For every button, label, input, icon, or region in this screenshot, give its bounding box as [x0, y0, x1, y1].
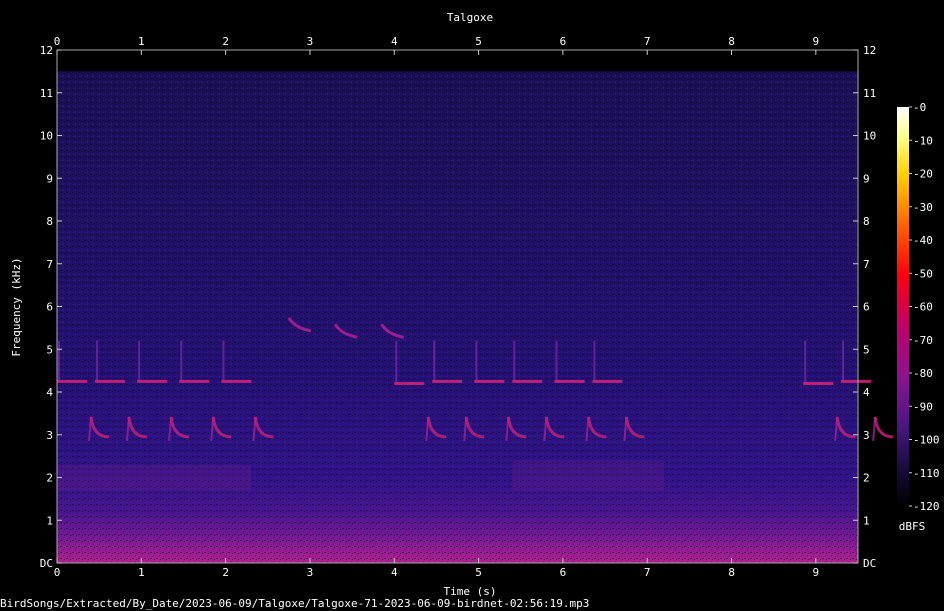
- x-tick-label-bottom: 4: [391, 566, 398, 579]
- y-tick-label-right: 12: [863, 44, 876, 57]
- x-tick-label-bottom: 6: [560, 566, 567, 579]
- x-tick-label-bottom: 5: [475, 566, 482, 579]
- colorbar-label: dBFS: [899, 520, 926, 533]
- y-tick-label-right: 10: [863, 130, 876, 143]
- x-tick-label-bottom: 8: [728, 566, 735, 579]
- file-path-caption: BirdSongs/Extracted/By_Date/2023-06-09/T…: [0, 597, 589, 610]
- x-tick-label-bottom: 9: [813, 566, 820, 579]
- x-tick-label-top: 5: [475, 35, 482, 48]
- x-tick-label-top: 2: [222, 35, 229, 48]
- y-tick-label-right: 6: [863, 301, 870, 314]
- x-tick-label-top: 6: [560, 35, 567, 48]
- y-tick-label-right: 8: [863, 215, 870, 228]
- y-tick-label-left: 12: [40, 44, 53, 57]
- y-tick-label-left: DC: [40, 557, 53, 570]
- y-tick-label-right: DC: [863, 557, 876, 570]
- x-tick-label-bottom: 0: [54, 566, 61, 579]
- y-tick-label-left: 6: [46, 301, 53, 314]
- x-tick-label-top: 8: [728, 35, 735, 48]
- x-tick-label-top: 7: [644, 35, 651, 48]
- colorbar-tick-label: -10: [913, 134, 933, 147]
- y-tick-label-right: 1: [863, 514, 870, 527]
- low-energy-band: [512, 460, 665, 491]
- plot-area: [57, 71, 894, 563]
- x-tick-label-bottom: 1: [138, 566, 145, 579]
- x-tick-label-top: 0: [54, 35, 61, 48]
- y-tick-label-right: 2: [863, 472, 870, 485]
- x-tick-label-bottom: 3: [307, 566, 314, 579]
- x-tick-label-top: 9: [813, 35, 820, 48]
- y-axis-label: Frequency (kHz): [10, 257, 23, 356]
- colorbar-tick-label: -50: [913, 267, 933, 280]
- colorbar-tick-label: -90: [913, 400, 933, 413]
- colorbar-tick-label: -110: [913, 467, 940, 480]
- y-tick-label-right: 11: [863, 87, 876, 100]
- x-tick-label-top: 4: [391, 35, 398, 48]
- colorbar-tick-label: -30: [913, 201, 933, 214]
- y-tick-label-left: 1: [46, 514, 53, 527]
- colorbar-tick-label: -20: [913, 168, 933, 181]
- y-tick-label-left: 7: [46, 258, 53, 271]
- y-tick-label-left: 9: [46, 172, 53, 185]
- y-tick-label-left: 2: [46, 472, 53, 485]
- colorbar-tick-label: -120: [913, 500, 940, 513]
- x-tick-label-top: 1: [138, 35, 145, 48]
- y-tick-label-left: 10: [40, 130, 53, 143]
- y-tick-label-right: 3: [863, 429, 870, 442]
- colorbar-tick-label: -100: [913, 434, 940, 447]
- y-tick-label-right: 4: [863, 386, 870, 399]
- x-tick-label-top: 3: [307, 35, 314, 48]
- y-tick-label-left: 4: [46, 386, 53, 399]
- colorbar-tick-label: -0: [913, 101, 926, 114]
- y-tick-label-left: 11: [40, 87, 53, 100]
- y-tick-label-left: 8: [46, 215, 53, 228]
- y-tick-label-right: 5: [863, 343, 870, 356]
- colorbar-tick-label: -70: [913, 334, 933, 347]
- y-tick-label-right: 9: [863, 172, 870, 185]
- x-tick-label-bottom: 2: [222, 566, 229, 579]
- y-tick-label-left: 5: [46, 343, 53, 356]
- colorbar-tick-label: -80: [913, 367, 933, 380]
- y-tick-label-right: 7: [863, 258, 870, 271]
- colorbar-tick-label: -40: [913, 234, 933, 247]
- low-energy-band: [57, 464, 251, 491]
- y-tick-label-left: 3: [46, 429, 53, 442]
- chart-title: Talgoxe: [447, 11, 493, 24]
- spectrogram-chart: Talgoxe 00112233445566778899DC DC1 12 23 34 4…: [0, 0, 944, 611]
- x-tick-label-bottom: 7: [644, 566, 651, 579]
- colorbar-tick-label: -60: [913, 301, 933, 314]
- colorbar-scale: [897, 107, 909, 506]
